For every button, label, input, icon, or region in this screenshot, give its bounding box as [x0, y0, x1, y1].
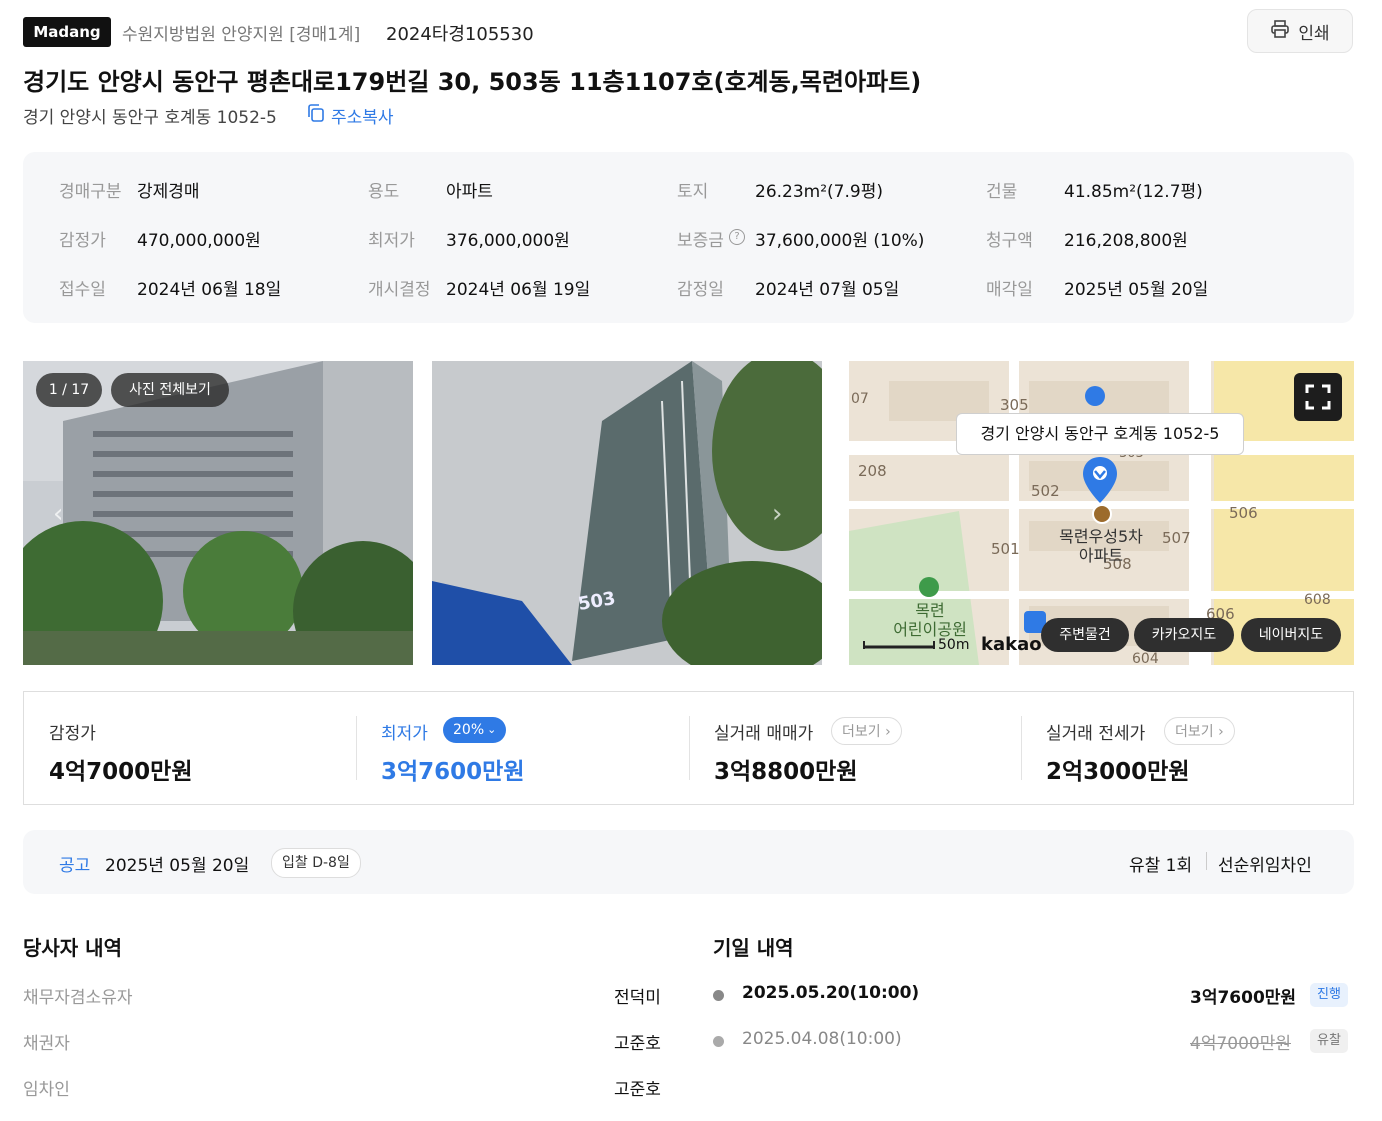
info-cell: 청구액 216,208,800원 — [986, 231, 1188, 251]
status-badge: 진행 — [1310, 983, 1348, 1007]
price-summary: 감정가 4억7000만원 최저가 20% ⌄ 3억7600만원 실거래 매매가 … — [23, 691, 1354, 805]
kakao-logo: kakao — [981, 634, 1042, 655]
map-label: 305 — [1000, 396, 1029, 414]
senior-tenant: 선순위임차인 — [1218, 856, 1312, 876]
schedule-price: 3억7600만원 — [1190, 988, 1297, 1008]
trade-more-button[interactable]: 더보기 › — [831, 717, 902, 745]
page-title: 경기도 안양시 동안구 평촌대로179번길 30, 503동 11층1107호(… — [23, 68, 922, 96]
apartment-marker-icon — [1092, 504, 1112, 524]
minimum-price-label: 최저가 — [381, 724, 428, 744]
schedule-price: 4억7000만원 — [1190, 1034, 1291, 1054]
info-cell: 감정일 2024년 07월 05일 — [677, 280, 900, 300]
map-scale: 50m — [938, 637, 970, 653]
location-pin-icon — [1081, 456, 1119, 508]
jeonse-price-value: 2억3000만원 — [1046, 759, 1190, 785]
park-name: 목련 어린이공원 — [893, 601, 967, 639]
info-cell: 용도 아파트 — [368, 182, 493, 202]
chevron-right-icon: › — [880, 724, 891, 740]
divider — [356, 716, 357, 780]
lot-address: 경기 안양시 동안구 호계동 1052-5 — [23, 108, 277, 128]
divider — [1206, 852, 1207, 870]
printer-icon — [1270, 19, 1290, 44]
map-label: 208 — [858, 462, 887, 480]
notice-tag: 공고 — [59, 856, 91, 876]
info-cell: 최저가 376,000,000원 — [368, 231, 570, 251]
place-name: 목련우성5차 아파트 — [1059, 527, 1143, 565]
copy-address-button[interactable]: 주소복사 — [306, 103, 394, 128]
discount-badge[interactable]: 20% ⌄ — [443, 717, 507, 743]
divider — [1021, 716, 1022, 780]
notice-bar: 공고 2025년 05월 20일 입찰 D-8일 유찰 1회 선순위임차인 — [23, 830, 1354, 894]
appraisal-value: 4억7000만원 — [49, 759, 193, 785]
notice-date: 2025년 05월 20일 — [105, 856, 250, 876]
party-role: 임차인 — [23, 1080, 70, 1100]
copy-address-label: 주소복사 — [331, 108, 394, 128]
help-icon[interactable]: ? — [729, 229, 745, 245]
kakao-map-button[interactable]: 카카오지도 — [1134, 618, 1234, 652]
print-button[interactable]: 인쇄 — [1247, 9, 1353, 53]
party-name: 고준호 — [614, 1080, 661, 1100]
fullscreen-icon[interactable] — [1294, 373, 1342, 421]
schedule-date: 2025.04.08(10:00) — [742, 1029, 902, 1049]
info-cell: 경매구분 강제경매 — [59, 182, 200, 202]
info-cell: 개시결정 2024년 06월 19일 — [368, 280, 591, 300]
location-map[interactable]: 07 305 208 502 506 507 501 508 606 604 6… — [849, 361, 1354, 665]
minimum-price-value: 3억7600만원 — [381, 759, 525, 785]
double-chevron-down-icon: ⌄ — [487, 723, 497, 736]
appraisal-label: 감정가 — [49, 724, 96, 744]
info-cell: 접수일 2024년 06월 18일 — [59, 280, 282, 300]
print-label: 인쇄 — [1298, 23, 1330, 44]
schedule-title: 기일 내역 — [713, 936, 794, 960]
party-name: 전덕미 — [614, 988, 661, 1008]
map-label: 608 — [1304, 592, 1331, 608]
trade-price-value: 3억8800만원 — [714, 759, 858, 785]
party-role: 채무자겸소유자 — [23, 988, 133, 1008]
map-label: 07 — [851, 391, 869, 407]
chevron-right-icon: › — [1213, 724, 1224, 740]
next-photo-icon[interactable]: › — [772, 499, 782, 529]
court-name: 수원지방법원 안양지원 [경매1계] — [122, 25, 361, 45]
info-cell: 토지 26.23m²(7.9평) — [677, 182, 883, 202]
party-name: 고준호 — [614, 1034, 661, 1054]
map-address-tooltip: 경기 안양시 동안구 호계동 1052-5 — [956, 413, 1244, 455]
dday-badge: 입찰 D-8일 — [271, 848, 361, 878]
status-badge: 유찰 — [1310, 1029, 1348, 1053]
trade-price-label: 실거래 매매가 — [714, 724, 814, 744]
divider — [689, 716, 690, 780]
schedule-date: 2025.05.20(10:00) — [742, 983, 920, 1003]
map-label: 604 — [1132, 651, 1159, 665]
parties-title: 당사자 내역 — [23, 936, 122, 960]
prev-photo-icon[interactable]: ‹ — [53, 499, 63, 529]
map-label: 507 — [1162, 529, 1191, 547]
copy-icon — [306, 103, 326, 128]
madang-logo: Madang — [23, 17, 111, 47]
timeline-dot — [713, 990, 724, 1001]
case-number: 2024타경105530 — [386, 24, 534, 45]
map-label: 502 — [1031, 482, 1060, 500]
map-label: 501 — [991, 540, 1020, 558]
info-cell: 감정가 470,000,000원 — [59, 231, 261, 251]
map-poi-icon — [1085, 386, 1105, 406]
park-icon — [919, 577, 939, 597]
info-cell: 건물 41.85m²(12.7평) — [986, 182, 1203, 202]
map-label: 506 — [1229, 504, 1258, 522]
property-photo-2[interactable]: 503 › — [432, 361, 822, 665]
fail-count: 유찰 1회 — [1129, 856, 1193, 876]
case-info-panel: 경매구분 강제경매 용도 아파트 토지 26.23m²(7.9평) 건물 41.85m²… — [23, 152, 1354, 323]
photo-counter: 1 / 17 — [36, 373, 102, 407]
view-all-photos-button[interactable]: 사진 전체보기 — [111, 373, 229, 407]
info-cell-deposit: 보증금? 37,600,000원 (10%) — [677, 229, 925, 251]
jeonse-more-button[interactable]: 더보기 › — [1164, 717, 1235, 745]
info-cell: 매각일 2025년 05월 20일 — [986, 280, 1209, 300]
property-photo-1[interactable]: 1 / 17 사진 전체보기 ‹ — [23, 361, 413, 665]
nearby-properties-button[interactable]: 주변물건 — [1041, 618, 1129, 652]
party-role: 채권자 — [23, 1034, 70, 1054]
timeline-dot — [713, 1036, 724, 1047]
jeonse-price-label: 실거래 전세가 — [1046, 724, 1146, 744]
naver-map-button[interactable]: 네이버지도 — [1241, 618, 1341, 652]
